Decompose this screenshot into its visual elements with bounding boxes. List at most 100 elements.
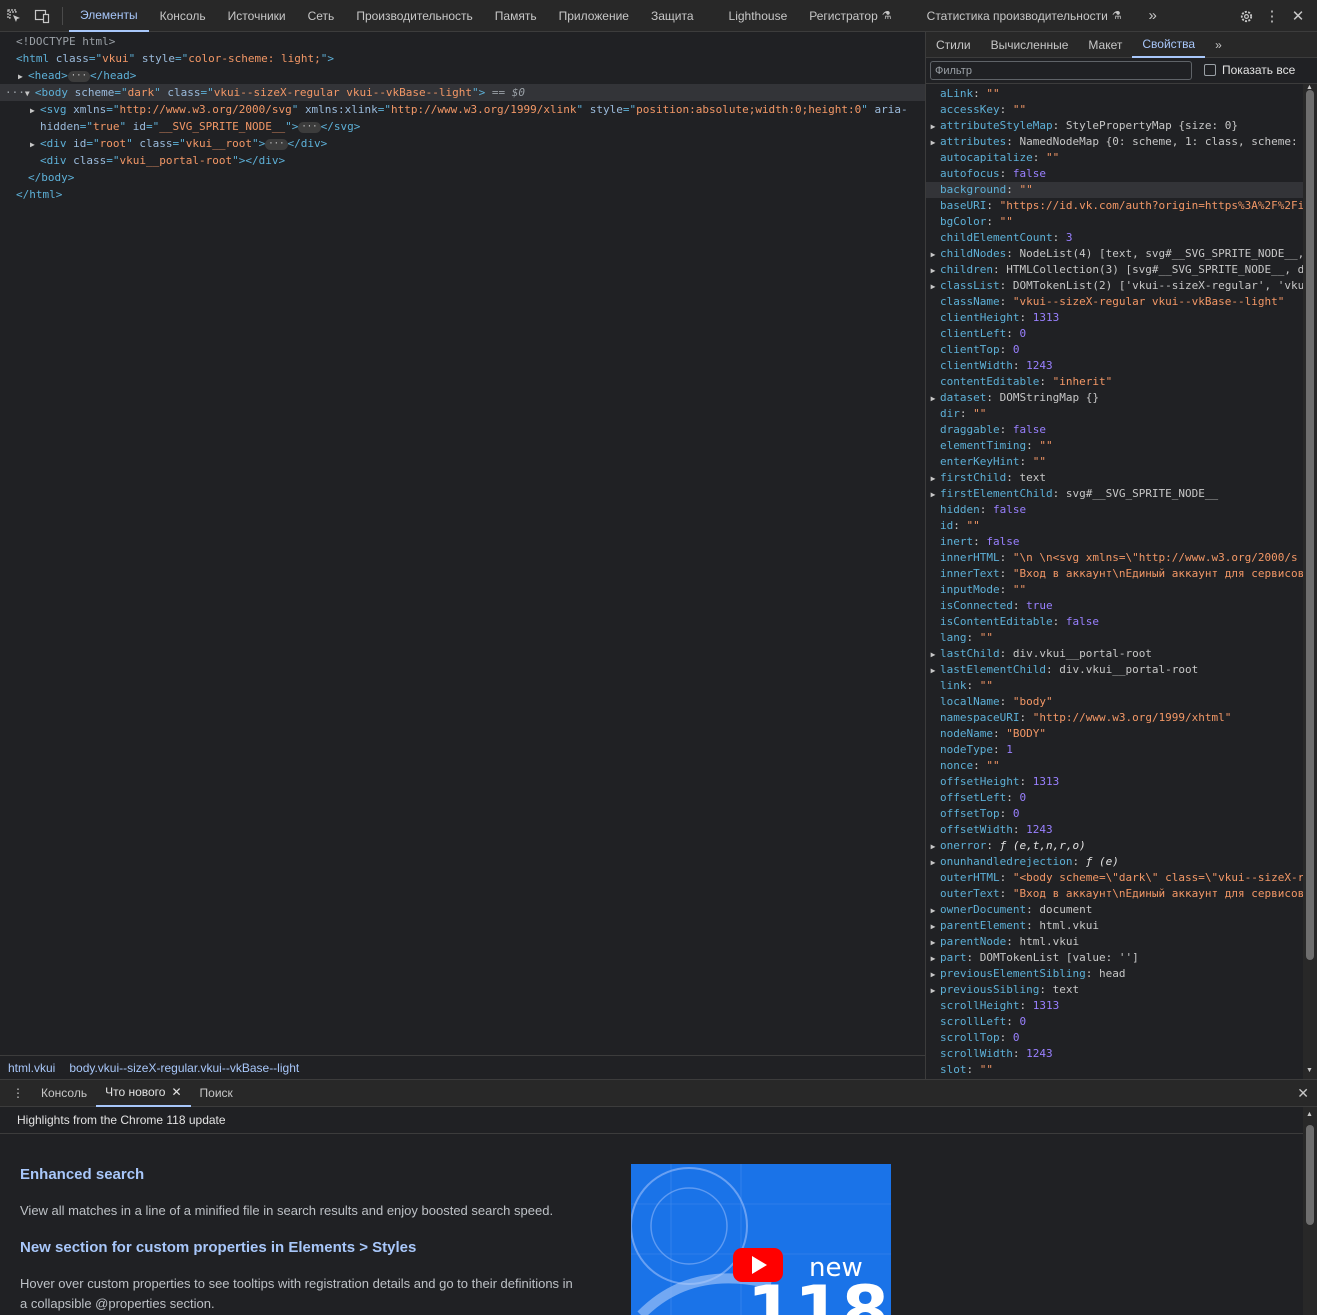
expand-triangle-icon[interactable]: ▶ bbox=[926, 967, 940, 982]
property-row[interactable]: clientLeft: 0 bbox=[926, 326, 1303, 342]
property-row[interactable]: ▶ childNodes: NodeList(4) [text, svg#__SV… bbox=[926, 246, 1303, 262]
property-row[interactable]: ▶ classList: DOMTokenList(2) ['vkui--size… bbox=[926, 278, 1303, 294]
inspect-element-icon[interactable] bbox=[0, 0, 28, 32]
expand-triangle-icon[interactable]: ▶ bbox=[926, 935, 940, 950]
property-row[interactable]: outerText: "Вход в аккаунт\nЕдиный аккау… bbox=[926, 886, 1303, 902]
collapse-triangle-icon[interactable]: ▼ bbox=[25, 85, 35, 102]
property-row[interactable]: hidden: false bbox=[926, 502, 1303, 518]
more-tabs-chevron-icon[interactable]: » bbox=[1139, 0, 1167, 32]
property-row[interactable]: clientHeight: 1313 bbox=[926, 310, 1303, 326]
tab-sources[interactable]: Источники bbox=[217, 0, 297, 32]
property-row[interactable]: autocapitalize: "" bbox=[926, 150, 1303, 166]
drawer-tab-whats-new[interactable]: Что нового ✕ bbox=[96, 1080, 191, 1107]
expand-triangle-icon[interactable]: ▶ bbox=[926, 663, 940, 678]
property-row[interactable]: ▶ ownerDocument: document bbox=[926, 902, 1303, 918]
property-row[interactable]: scrollLeft: 0 bbox=[926, 1014, 1303, 1030]
properties-filter-input[interactable] bbox=[930, 61, 1192, 80]
expand-triangle-icon[interactable]: ▶ bbox=[926, 391, 940, 406]
kebab-menu-icon[interactable]: ⋮ bbox=[1259, 0, 1285, 32]
expand-triangle-icon[interactable]: ▶ bbox=[926, 119, 940, 134]
tab-lighthouse[interactable]: Lighthouse bbox=[705, 0, 799, 32]
node-actions-ellipsis-icon[interactable]: ··· bbox=[5, 86, 25, 99]
property-row[interactable]: isContentEditable: false bbox=[926, 614, 1303, 630]
close-devtools-icon[interactable]: ✕ bbox=[1285, 0, 1311, 32]
ellipsis-badge[interactable]: ··· bbox=[298, 121, 321, 133]
property-row[interactable]: outerHTML: "<body scheme=\"dark\" class=… bbox=[926, 870, 1303, 886]
property-row[interactable]: scrollWidth: 1243 bbox=[926, 1046, 1303, 1062]
property-row[interactable]: inert: false bbox=[926, 534, 1303, 550]
tab-network[interactable]: Сеть bbox=[297, 0, 346, 32]
scrollbar-thumb[interactable] bbox=[1306, 1125, 1314, 1225]
property-row[interactable]: offsetLeft: 0 bbox=[926, 790, 1303, 806]
tab-performance[interactable]: Производительность bbox=[345, 0, 483, 32]
scroll-up-arrow-icon[interactable]: ▲ bbox=[1306, 1111, 1313, 1118]
property-row[interactable]: ▶ previousElementSibling: head bbox=[926, 966, 1303, 982]
tab-computed[interactable]: Вычисленные bbox=[981, 32, 1079, 58]
property-row[interactable]: inputMode: "" bbox=[926, 582, 1303, 598]
expand-triangle-icon[interactable]: ▶ bbox=[926, 471, 940, 486]
property-row[interactable]: namespaceURI: "http://www.w3.org/1999/xh… bbox=[926, 710, 1303, 726]
property-row[interactable]: ▶ lastChild: div.vkui__portal-root bbox=[926, 646, 1303, 662]
property-row[interactable]: lang: "" bbox=[926, 630, 1303, 646]
scrollbar-thumb[interactable] bbox=[1306, 90, 1314, 960]
property-row[interactable]: ▶ lastElementChild: div.vkui__portal-root bbox=[926, 662, 1303, 678]
drawer-menu-kebab-icon[interactable]: ⋮ bbox=[0, 1080, 32, 1107]
property-row[interactable]: ▶ parentNode: html.vkui bbox=[926, 934, 1303, 950]
chrome-118-video-thumbnail[interactable]: new 118 bbox=[631, 1164, 891, 1315]
ellipsis-badge[interactable]: ··· bbox=[265, 138, 288, 150]
show-all-checkbox[interactable]: Показать все bbox=[1204, 63, 1295, 77]
tab-recorder[interactable]: Регистратор ⚗ bbox=[798, 0, 902, 32]
checkbox-box[interactable] bbox=[1204, 64, 1216, 76]
doctype-node[interactable]: <!DOCTYPE html> bbox=[16, 33, 115, 50]
expand-triangle-icon[interactable]: ▶ bbox=[926, 919, 940, 934]
tab-memory[interactable]: Память bbox=[484, 0, 548, 32]
property-row[interactable]: nodeType: 1 bbox=[926, 742, 1303, 758]
property-row[interactable]: accessKey: "" bbox=[926, 102, 1303, 118]
property-row[interactable]: nonce: "" bbox=[926, 758, 1303, 774]
property-row[interactable]: clientTop: 0 bbox=[926, 342, 1303, 358]
expand-triangle-icon[interactable]: ▶ bbox=[30, 136, 40, 153]
head-node[interactable]: ▶ <head> ··· </head> bbox=[18, 67, 136, 84]
property-row[interactable]: ▶ attributes: NamedNodeMap {0: scheme, 1:… bbox=[926, 134, 1303, 150]
property-row[interactable]: localName: "body" bbox=[926, 694, 1303, 710]
expand-triangle-icon[interactable]: ▶ bbox=[926, 647, 940, 662]
breadcrumb-body[interactable]: body.vkui--sizeX-regular.vkui--vkBase--l… bbox=[62, 1061, 306, 1075]
expand-triangle-icon[interactable]: ▶ bbox=[18, 68, 28, 85]
property-row[interactable]: dir: "" bbox=[926, 406, 1303, 422]
property-row[interactable]: ▶ children: HTMLCollection(3) [svg#__SVG_… bbox=[926, 262, 1303, 278]
property-row[interactable]: autofocus: false bbox=[926, 166, 1303, 182]
whats-new-scrollbar[interactable]: ▲ bbox=[1303, 1107, 1317, 1315]
tab-styles[interactable]: Стили bbox=[926, 32, 981, 58]
property-row[interactable]: nodeName: "BODY" bbox=[926, 726, 1303, 742]
drawer-tab-search[interactable]: Поиск bbox=[191, 1080, 242, 1107]
device-toolbar-icon[interactable] bbox=[28, 0, 56, 32]
section-title-enhanced-search[interactable]: Enhanced search bbox=[20, 1166, 144, 1183]
property-row[interactable]: clientWidth: 1243 bbox=[926, 358, 1303, 374]
property-row[interactable]: contentEditable: "inherit" bbox=[926, 374, 1303, 390]
property-row[interactable]: offsetHeight: 1313 bbox=[926, 774, 1303, 790]
expand-triangle-icon[interactable]: ▶ bbox=[926, 247, 940, 262]
property-row[interactable]: slot: "" bbox=[926, 1062, 1303, 1078]
tab-application[interactable]: Приложение bbox=[548, 0, 640, 32]
expand-triangle-icon[interactable]: ▶ bbox=[926, 487, 940, 502]
property-row[interactable]: ▶ onunhandledrejection: ƒ (e) bbox=[926, 854, 1303, 870]
section-title-custom-properties[interactable]: New section for custom properties in Ele… bbox=[20, 1239, 416, 1256]
expand-triangle-icon[interactable]: ▶ bbox=[926, 983, 940, 998]
tab-layout[interactable]: Макет bbox=[1078, 32, 1132, 58]
property-row[interactable]: innerText: "Вход в аккаунт\nЕдиный аккау… bbox=[926, 566, 1303, 582]
html-node[interactable]: <html class="vkui" style="color-scheme: … bbox=[16, 50, 334, 67]
property-row[interactable]: ▶ firstElementChild: svg#__SVG_SPRITE_NOD… bbox=[926, 486, 1303, 502]
root-div-node[interactable]: ▶ <div id="root" class="vkui__root"> ··· </… bbox=[30, 135, 327, 152]
expand-triangle-icon[interactable]: ▶ bbox=[926, 839, 940, 854]
close-tab-icon[interactable]: ✕ bbox=[171, 1085, 181, 1099]
property-row[interactable]: link: "" bbox=[926, 678, 1303, 694]
property-row[interactable]: className: "vkui--sizeX-regular vkui--vk… bbox=[926, 294, 1303, 310]
property-row[interactable]: offsetWidth: 1243 bbox=[926, 822, 1303, 838]
property-row[interactable]: ▶ part: DOMTokenList [value: ''] bbox=[926, 950, 1303, 966]
properties-scrollbar[interactable]: ▲ ▼ bbox=[1303, 84, 1317, 1079]
property-row[interactable]: ▶ attributeStyleMap: StylePropertyMap {si… bbox=[926, 118, 1303, 134]
property-row[interactable]: bgColor: "" bbox=[926, 214, 1303, 230]
property-row[interactable]: id: "" bbox=[926, 518, 1303, 534]
property-row[interactable]: enterKeyHint: "" bbox=[926, 454, 1303, 470]
property-row[interactable]: ▶ onerror: ƒ (e,t,n,r,o) bbox=[926, 838, 1303, 854]
